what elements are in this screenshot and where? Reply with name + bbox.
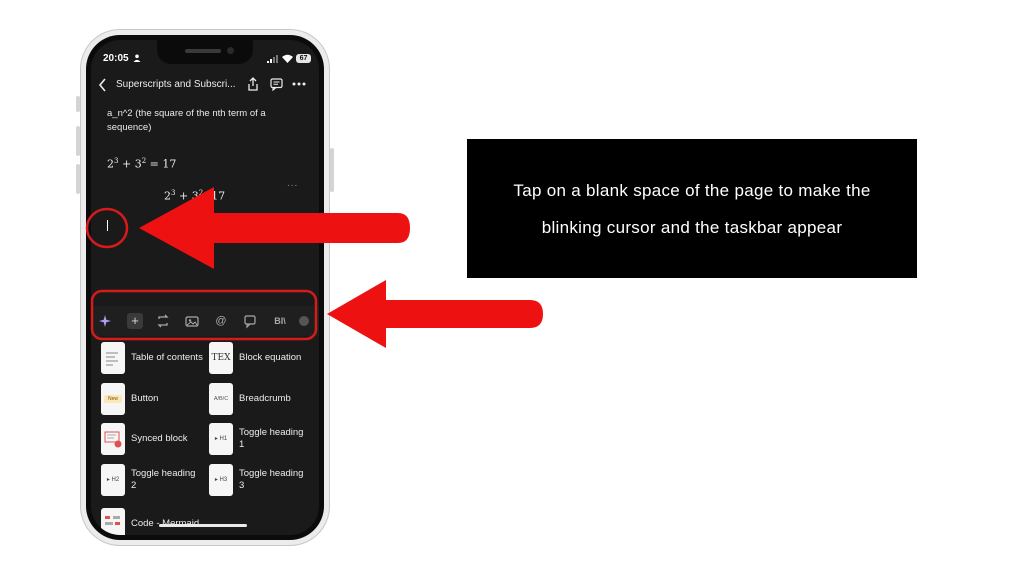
arrow-to-toolbar [327, 280, 543, 348]
annotation-overlay [85, 187, 543, 348]
cursor-highlight-circle [85, 207, 129, 249]
arrow-to-cursor [139, 187, 410, 269]
instruction-text: Tap on a blank space of the page to make… [513, 180, 871, 237]
instruction-callout: Tap on a blank space of the page to make… [467, 139, 917, 278]
toolbar-highlight-box [90, 289, 318, 341]
